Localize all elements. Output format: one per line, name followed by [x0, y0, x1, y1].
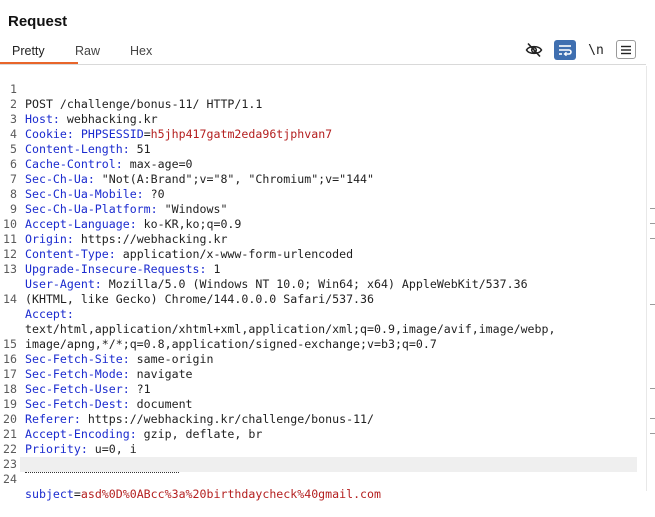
body-param-value: asd%0D%0ABcc%3a%20birthdaycheck%40gmail.… — [80, 487, 382, 501]
header-line: 2 Host: webhacking.kr — [0, 82, 646, 126]
line-number: 23 — [3, 457, 17, 471]
request-line: 1 POST /challenge/bonus-11/ HTTP/1.1 — [0, 67, 646, 111]
header-line: 8 Sec-Ch-Ua-Platform: "Windows" — [0, 172, 646, 216]
header-line: 22 Connection: keep-alive — [0, 427, 646, 473]
scroll-marker — [650, 238, 655, 239]
scroll-marker — [650, 223, 655, 224]
tab-pretty[interactable]: Pretty — [12, 38, 45, 64]
tab-hex[interactable]: Hex — [130, 38, 152, 64]
header-line: 15 Sec-Fetch-Site: same-origin — [0, 322, 646, 366]
header-line: 7 Sec-Ch-Ua-Mobile: ?0 — [0, 157, 646, 201]
tabs-divider — [0, 64, 646, 65]
header-continuation-line: image/apng,*/*;q=0.8,application/signed-… — [0, 307, 646, 351]
body-param-key: subject — [25, 487, 74, 501]
header-line: 20 Accept-Encoding: gzip, deflate, br — [0, 397, 646, 441]
blank-line: 23 — [0, 442, 646, 471]
scrollbar-track[interactable] — [646, 66, 655, 491]
header-line: 12 Upgrade-Insecure-Requests: 1 — [0, 232, 646, 276]
header-line: 16 Sec-Fetch-Mode: navigate — [0, 337, 646, 381]
header-continuation-line: text/html,application/xhtml+xml,applicat… — [0, 292, 646, 336]
scroll-marker — [650, 418, 655, 419]
header-line: 18 Sec-Fetch-Dest: document — [0, 367, 646, 411]
header-line: 10 Origin: https://webhacking.kr — [0, 202, 646, 246]
header-line: 4 Content-Length: 51 — [0, 112, 646, 156]
header-line: 17 Sec-Fetch-User: ?1 — [0, 352, 646, 396]
request-editor[interactable]: 1 POST /challenge/bonus-11/ HTTP/1.1 2 H… — [0, 66, 646, 501]
panel-title: Request — [8, 13, 68, 30]
header-line: 14 Accept: — [0, 277, 646, 321]
header-line: 21 Priority: u=0, i — [0, 412, 646, 456]
body-line: 24 subject=asd%0D%0ABcc%3a%20birthdayche… — [3, 457, 637, 501]
header-line: 3 Cookie: PHPSESSID=h5jhp417gatm2eda96tj… — [0, 97, 646, 141]
scroll-marker — [650, 433, 655, 434]
tab-raw[interactable]: Raw — [75, 38, 100, 64]
scroll-marker — [650, 388, 655, 389]
header-continuation-line: (KHTML, like Gecko) Chrome/144.0.0.0 Saf… — [0, 262, 646, 306]
wrap-lines-icon[interactable] — [554, 40, 576, 60]
header-line: 19 Referer: https://webhacking.kr/challe… — [0, 382, 646, 426]
body-param-equals: = — [73, 487, 81, 501]
header-line: 13 User-Agent: Mozilla/5.0 (Windows NT 1… — [0, 247, 646, 291]
scroll-marker — [650, 304, 655, 305]
menu-icon[interactable] — [616, 40, 636, 59]
newline-icon[interactable]: \n — [585, 40, 607, 60]
header-line: 6 Sec-Ch-Ua: "Not(A:Brand";v="8", "Chrom… — [0, 142, 646, 186]
line-number: 24 — [3, 472, 17, 486]
header-line: 9 Accept-Language: ko-KR,ko;q=0.9 — [0, 187, 646, 231]
header-line: 11 Content-Type: application/x-www-form-… — [0, 217, 646, 261]
scroll-marker — [650, 208, 655, 209]
eye-slash-icon[interactable] — [523, 40, 545, 60]
header-line: 5 Cache-Control: max-age=0 — [0, 127, 646, 171]
